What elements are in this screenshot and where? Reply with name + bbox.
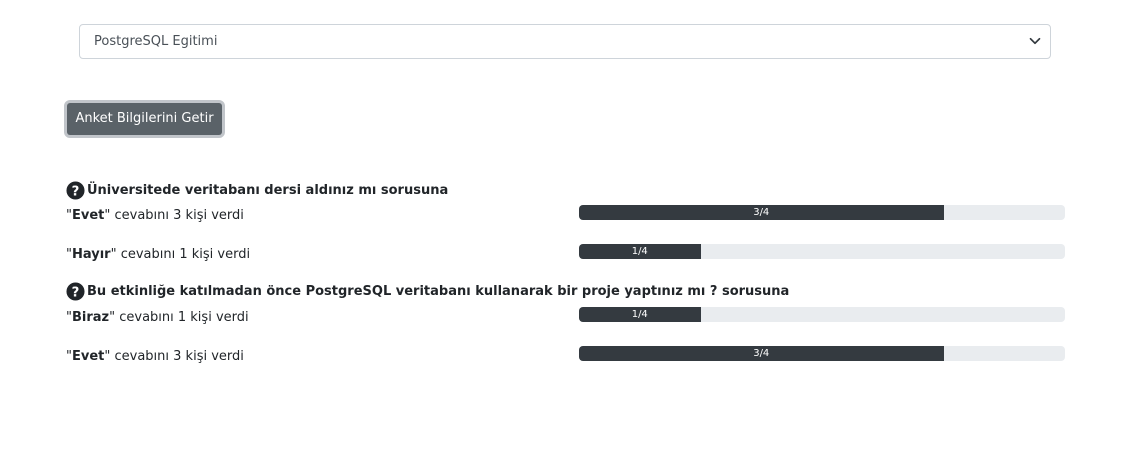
progress-track-1-2: 1/4: [579, 244, 1065, 259]
svg-text:?: ?: [72, 285, 80, 300]
chevron-down-icon: [1029, 37, 1041, 45]
progress-track-2-1: 1/4: [579, 307, 1065, 322]
answer-row-1-2: "Hayır" cevabını 1 kişi verdi: [66, 247, 251, 262]
survey-select[interactable]: PostgreSQL Egitimi: [79, 24, 1051, 59]
svg-text:?: ?: [72, 184, 80, 199]
survey-select-value: PostgreSQL Egitimi: [94, 34, 218, 49]
progress-bar: 3/4: [579, 346, 944, 361]
answer-option: Hayır: [71, 247, 111, 262]
answer-row-1-1: "Evet" cevabını 3 kişi verdi: [66, 208, 244, 223]
answer-row-2-2: "Evet" cevabını 3 kişi verdi: [66, 349, 244, 364]
question-2-text: Bu etkinliğe katılmadan önce PostgreSQL …: [87, 283, 790, 299]
answer-row-2-1: "Biraz" cevabını 1 kişi verdi: [66, 310, 249, 325]
answer-count-text: cevabını 3 kişi verdi: [110, 208, 244, 223]
progress-track-2-2: 3/4: [579, 346, 1065, 361]
progress-bar: 1/4: [579, 307, 701, 322]
fetch-survey-button[interactable]: Anket Bilgilerini Getir: [67, 103, 222, 135]
question-1-text: Üniversitede veritabanı dersi aldınız mı…: [87, 182, 449, 198]
answer-option: Evet: [71, 208, 105, 223]
answer-option: Biraz: [71, 310, 110, 325]
progress-track-1-1: 3/4: [579, 205, 1065, 220]
question-circle-icon: ?: [66, 281, 85, 301]
question-2: ? Bu etkinliğe katılmadan önce PostgreSQ…: [66, 280, 789, 302]
progress-bar: 3/4: [579, 205, 944, 220]
question-1: ? Üniversitede veritabanı dersi aldınız …: [66, 179, 448, 201]
answer-option: Evet: [71, 349, 105, 364]
answer-count-text: cevabını 3 kişi verdi: [110, 349, 244, 364]
fetch-button-focus-ring: Anket Bilgilerini Getir: [64, 100, 225, 138]
answer-count-text: cevabını 1 kişi verdi: [116, 247, 251, 262]
question-circle-icon: ?: [66, 180, 85, 200]
progress-bar: 1/4: [579, 244, 701, 259]
answer-count-text: cevabını 1 kişi verdi: [115, 310, 249, 325]
